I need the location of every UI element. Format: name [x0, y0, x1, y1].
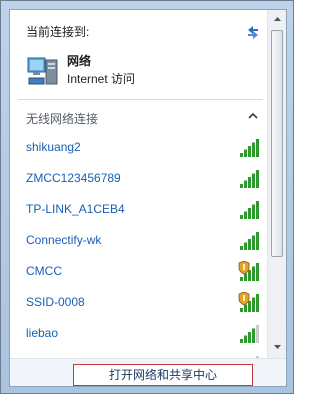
signal-strength-icon	[240, 139, 259, 157]
signal-strength-icon	[240, 325, 259, 343]
wifi-network-item[interactable]: liebao	[10, 319, 267, 349]
security-shield-icon	[238, 261, 250, 275]
network-icon	[27, 57, 58, 85]
scroll-up-arrow-icon[interactable]	[270, 12, 285, 26]
signal-strength-icon	[240, 201, 259, 219]
wifi-network-name: shikuang2	[26, 140, 81, 154]
wifi-network-item[interactable]: CMCC	[10, 257, 267, 287]
wifi-network-item[interactable]: ZMCC123456789	[10, 164, 267, 194]
signal-strength-icon	[238, 261, 259, 281]
wifi-network-name: CMCC	[26, 264, 62, 278]
security-shield-icon	[238, 292, 250, 306]
vertical-scrollbar[interactable]	[267, 10, 286, 358]
wireless-section-label: 无线网络连接	[26, 112, 99, 126]
wifi-network-item[interactable]: shikuang2	[10, 133, 267, 163]
chevron-up-icon[interactable]	[248, 112, 258, 120]
network-flyout-window: 当前连接到: 网络 Internet 访问 无线网络连接 shikuang2 Z…	[0, 0, 294, 394]
wifi-network-name: TP-LINK_A1CEB4	[26, 202, 125, 216]
wifi-network-item[interactable]: SSID-0008	[10, 288, 267, 318]
signal-strength-icon	[240, 170, 259, 188]
wifi-network-name: ZMCC123456789	[26, 171, 121, 185]
section-divider	[18, 99, 263, 100]
scroll-down-arrow-icon[interactable]	[270, 340, 285, 354]
refresh-icon[interactable]	[244, 23, 262, 41]
current-network-status: Internet 访问	[67, 72, 136, 86]
wifi-network-item[interactable]: Connectify-wk	[10, 226, 267, 256]
signal-strength-icon	[240, 232, 259, 250]
flyout-footer: 打开网络和共享中心	[10, 358, 286, 386]
wifi-network-name: Connectify-wk	[26, 233, 102, 247]
signal-strength-icon	[238, 292, 259, 312]
wifi-network-name: SSID-0008	[26, 295, 85, 309]
wifi-network-item[interactable]: abc	[10, 350, 267, 358]
network-list-area: 当前连接到: 网络 Internet 访问 无线网络连接 shikuang2 Z…	[10, 10, 267, 358]
current-network-name: 网络	[67, 54, 92, 68]
scrollbar-thumb[interactable]	[271, 30, 283, 257]
network-flyout-panel: 当前连接到: 网络 Internet 访问 无线网络连接 shikuang2 Z…	[9, 9, 287, 387]
wifi-network-item[interactable]: TP-LINK_A1CEB4	[10, 195, 267, 225]
open-network-sharing-center-link[interactable]: 打开网络和共享中心	[73, 364, 253, 386]
wifi-network-name: liebao	[26, 326, 59, 340]
current-connection-label: 当前连接到:	[26, 25, 90, 39]
